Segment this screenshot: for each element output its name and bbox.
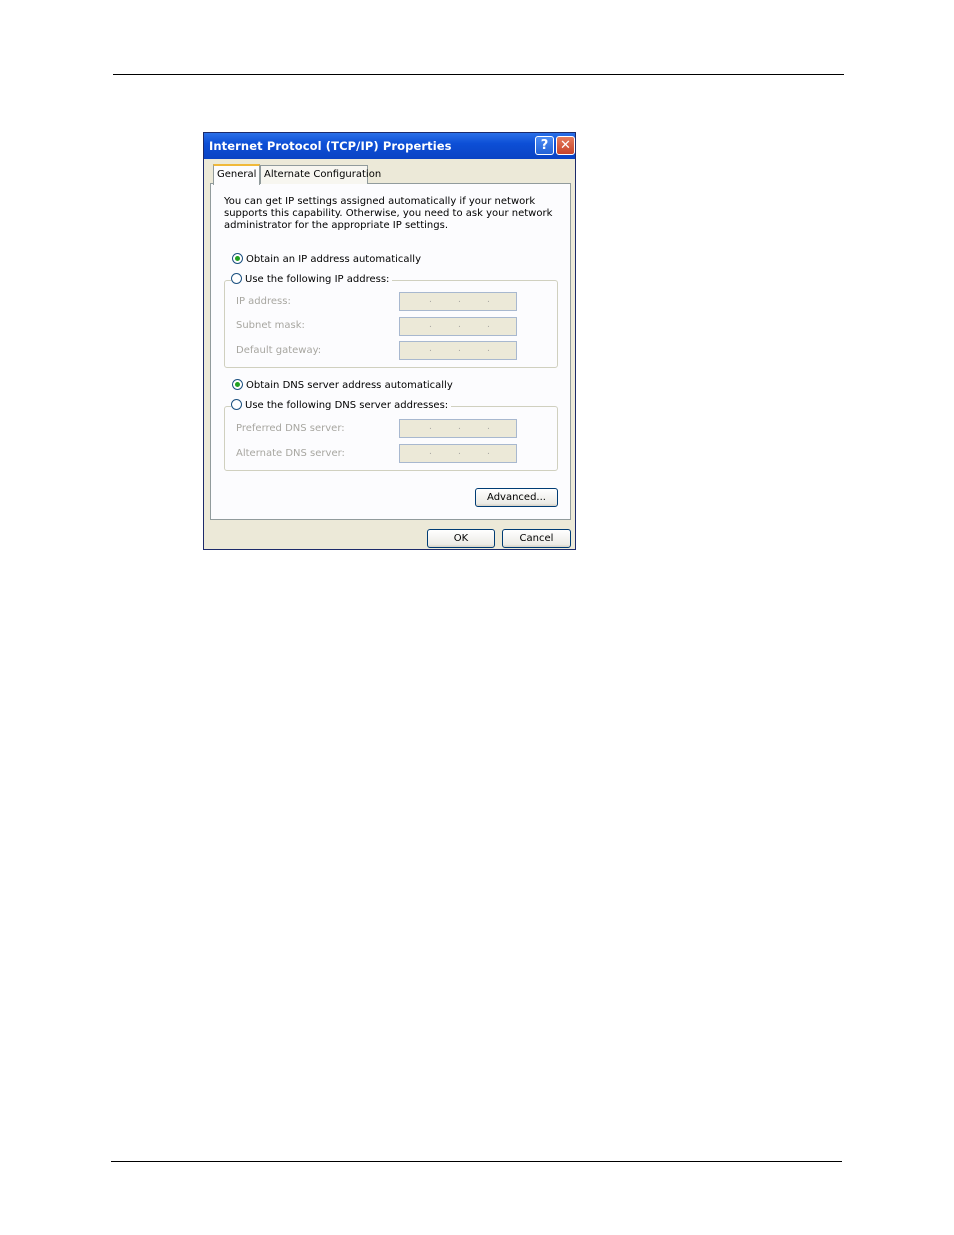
default-gateway-field[interactable]: ... — [399, 341, 517, 360]
obtain-dns-auto-option[interactable]: Obtain DNS server address automatically — [232, 379, 456, 393]
use-following-ip-option[interactable]: Use the following IP address: — [231, 273, 393, 287]
title-bar[interactable]: Internet Protocol (TCP/IP) Properties ? … — [204, 133, 575, 159]
use-following-dns-radio[interactable] — [231, 399, 242, 410]
dialog-title: Internet Protocol (TCP/IP) Properties — [209, 139, 452, 153]
advanced-button[interactable]: Advanced... — [475, 488, 558, 507]
obtain-ip-auto-option[interactable]: Obtain an IP address automatically — [232, 253, 425, 267]
tab-general[interactable]: General — [213, 164, 261, 185]
obtain-ip-auto-radio[interactable] — [232, 253, 243, 264]
help-button[interactable]: ? — [535, 136, 554, 155]
preferred-dns-label: Preferred DNS server: — [236, 423, 345, 434]
ip-address-field[interactable]: ... — [399, 292, 517, 311]
ip-address-label: IP address: — [236, 296, 291, 307]
page-footer-rule — [111, 1161, 842, 1162]
use-following-ip-radio[interactable] — [231, 273, 242, 284]
cancel-button[interactable]: Cancel — [502, 529, 571, 548]
alternate-dns-field[interactable]: ... — [399, 444, 517, 463]
intro-text: You can get IP settings assigned automat… — [224, 196, 553, 231]
close-button[interactable]: ✕ — [556, 136, 575, 155]
page-header-rule — [113, 74, 844, 75]
obtain-ip-auto-label: Obtain an IP address automatically — [246, 254, 422, 265]
subnet-mask-field[interactable]: ... — [399, 317, 517, 336]
tab-alternate-configuration[interactable]: Alternate Configuration — [260, 165, 381, 184]
default-gateway-label: Default gateway: — [236, 345, 322, 356]
preferred-dns-field[interactable]: ... — [399, 419, 517, 438]
subnet-mask-label: Subnet mask: — [236, 320, 305, 331]
use-following-dns-label: Use the following DNS server addresses: — [245, 400, 449, 411]
obtain-dns-auto-radio[interactable] — [232, 379, 243, 390]
use-following-ip-label: Use the following IP address: — [245, 274, 390, 285]
use-following-dns-option[interactable]: Use the following DNS server addresses: — [231, 399, 452, 413]
tcpip-properties-dialog: Internet Protocol (TCP/IP) Properties ? … — [203, 132, 576, 550]
obtain-dns-auto-label: Obtain DNS server address automatically — [246, 380, 453, 391]
alternate-dns-label: Alternate DNS server: — [236, 448, 345, 459]
ok-button[interactable]: OK — [427, 529, 495, 548]
